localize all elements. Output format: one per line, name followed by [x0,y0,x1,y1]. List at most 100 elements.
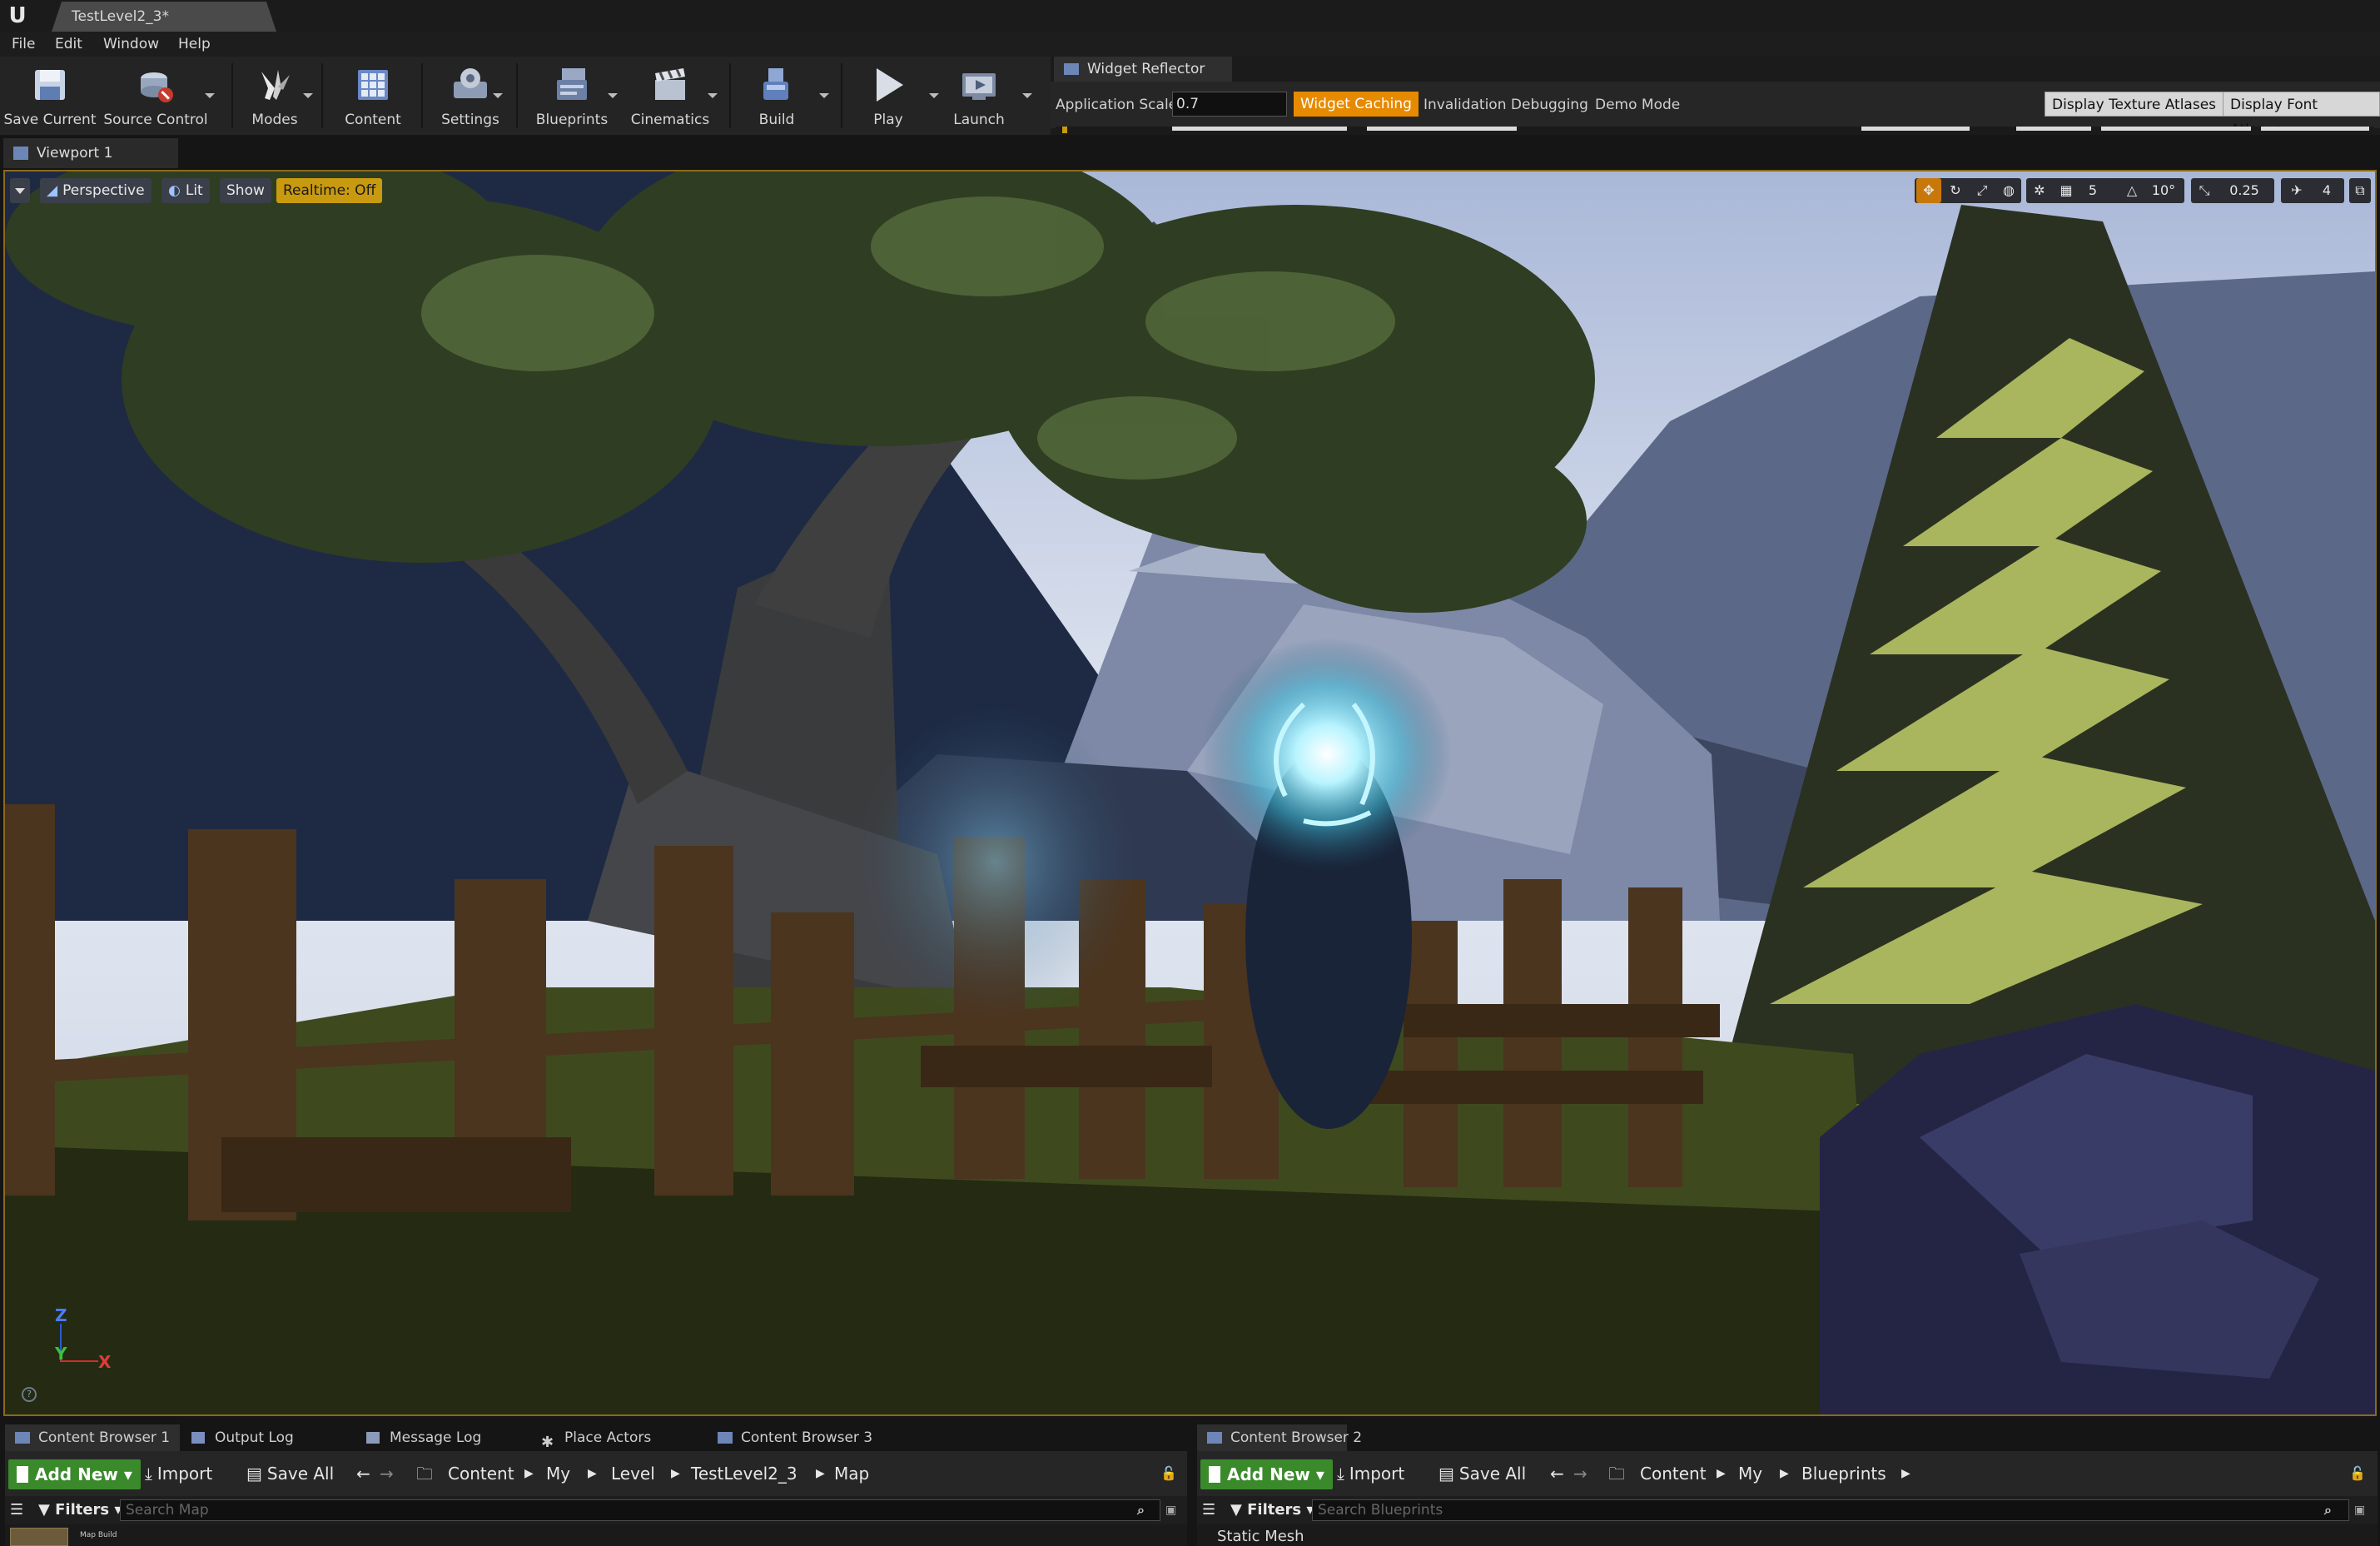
launch-button[interactable]: Launch [941,57,1017,135]
filters-label: Filters [1247,1501,1302,1519]
play-dropdown-icon[interactable] [929,93,939,98]
play-button[interactable]: Play [852,57,924,135]
cinematics-dropdown-icon[interactable] [708,93,718,98]
tab-content-browser-1[interactable]: Content Browser 1 [5,1424,180,1451]
widget-reflector-tab[interactable]: Widget Reflector [1054,57,1232,82]
build-dropdown-icon[interactable] [819,93,829,98]
launch-label: Launch [953,112,1005,128]
camera-speed-icon[interactable]: ✈ [2281,178,2313,203]
settings-gear-icon [454,68,487,98]
history-back-button[interactable]: ← [1550,1451,1564,1496]
scale-snap-icon[interactable]: ⤡ [2191,178,2218,203]
display-texture-atlases-button[interactable]: Display Texture Atlases [2045,92,2224,117]
asset-view: Static Mesh [1197,1524,2378,1546]
breadcrumb-blueprints[interactable]: Blueprints [1801,1451,1886,1496]
maximize-icon: ⧉ [2355,182,2365,198]
import-button[interactable]: ⤓ Import [1337,1451,1404,1496]
viewport-options-button[interactable] [10,178,30,203]
translate-tool-icon[interactable]: ✥ [1916,178,1941,203]
demo-mode-toggle[interactable]: Demo Mode [1595,82,1680,128]
scale-tool-icon[interactable]: ⤢ [1970,178,1995,203]
menu-file[interactable]: File [12,32,35,57]
level-viewport[interactable]: ◢ Perspective ◐ Lit Show Realtime: Off ✥ ↻… [3,170,2377,1416]
tab-message-log[interactable]: Message Log [356,1424,531,1451]
save-all-button[interactable]: ▤ Save All [1438,1451,1526,1496]
filters-button[interactable]: ▼ Filters ▾ [1230,1498,1314,1523]
breadcrumb-content[interactable]: Content [448,1451,514,1496]
import-button[interactable]: ⤓ Import [145,1451,212,1496]
source-control-dropdown-icon[interactable] [205,93,215,98]
sources-toggle-icon[interactable]: ☰ [1202,1498,1215,1523]
perspective-button[interactable]: ◢ Perspective [40,178,152,203]
history-forward-button[interactable]: → [1573,1451,1587,1496]
save-search-icon[interactable]: ▣ [2354,1498,2365,1523]
add-new-button[interactable]: Add New ▾ [8,1459,141,1489]
save-current-button[interactable]: Save Current [3,57,97,135]
breadcrumb-content[interactable]: Content [1640,1451,1707,1496]
menu-window[interactable]: Window [103,32,159,57]
maximize-viewport-button[interactable]: ⧉ [2349,178,2371,203]
search-input[interactable]: Search Map [120,1499,1160,1521]
breadcrumb-my[interactable]: My [546,1451,570,1496]
breadcrumb-separator-icon: ▶ [588,1467,597,1480]
grid-snap-icon[interactable]: ▦ [2053,178,2079,203]
rotation-snap-value[interactable]: 10° [2144,178,2183,203]
show-flags-button[interactable]: Show [220,178,271,203]
breadcrumb-level[interactable]: Level [611,1451,655,1496]
rotate-tool-icon[interactable]: ↻ [1943,178,1968,203]
add-new-label: Add New [1227,1464,1310,1484]
modes-button[interactable]: Modes [241,57,308,135]
blueprints-dropdown-icon[interactable] [608,93,618,98]
sources-toggle-icon[interactable]: ☰ [10,1498,23,1523]
widget-caching-toggle[interactable]: Widget Caching [1294,92,1419,117]
tab-content-browser-3[interactable]: Content Browser 3 [708,1424,882,1451]
help-icon[interactable]: ? [22,1387,37,1402]
menu-edit[interactable]: Edit [55,32,82,57]
invalidation-debugging-toggle[interactable]: Invalidation Debugging [1424,82,1588,128]
search-input[interactable]: Search Blueprints [1312,1499,2349,1521]
application-scale-input[interactable]: 0.7 [1172,92,1287,117]
history-back-button[interactable]: ← [356,1451,370,1496]
viewport-tab[interactable]: Viewport 1 [3,138,178,168]
folder-icon[interactable]: 🗀 [416,1451,433,1496]
menu-help[interactable]: Help [178,32,211,57]
lock-icon[interactable]: 🔓 [2349,1451,2366,1496]
add-new-button[interactable]: Add New ▾ [1200,1459,1333,1489]
build-button[interactable]: Build [741,57,812,135]
cinematics-button[interactable]: Cinematics [626,57,714,135]
history-forward-button[interactable]: → [380,1451,394,1496]
tab-place-actors[interactable]: ✱ Place Actors [531,1424,706,1451]
surface-snap-icon[interactable]: ✲ [2026,178,2053,203]
display-font-atlases-button[interactable]: Display Font Atlases [2223,92,2380,138]
tab-content-browser-2[interactable]: Content Browser 2 [1197,1424,1362,1451]
tab-output-log[interactable]: Output Log [181,1424,356,1451]
realtime-toggle[interactable]: Realtime: Off [276,178,383,203]
source-control-button[interactable]: Source Control [102,57,210,135]
document-tab[interactable]: TestLevel2_3* [52,2,276,32]
filters-button[interactable]: ▼ Filters ▾ [38,1498,122,1523]
folder-icon[interactable]: 🗀 [1608,1451,1625,1496]
asset-thumbnail[interactable] [10,1528,68,1546]
save-search-icon[interactable]: ▣ [1165,1498,1176,1523]
world-space-icon[interactable]: ◍ [1996,178,2021,203]
settings-dropdown-icon[interactable] [493,93,503,98]
content-button[interactable]: Content [335,57,411,135]
save-all-button[interactable]: ▤ Save All [246,1451,334,1496]
grid-snap-value[interactable]: 5 [2079,178,2106,203]
tree-column [1861,127,1970,131]
scale-snap-group: ⤡ 0.25 [2191,178,2274,203]
view-mode-lit-button[interactable]: ◐ Lit [161,178,210,203]
breadcrumb-my[interactable]: My [1738,1451,1762,1496]
launch-dropdown-icon[interactable] [1022,93,1032,98]
blueprints-button[interactable]: Blueprints [529,57,614,135]
asset-section-header[interactable]: Static Mesh [1217,1528,1304,1545]
modes-icon [261,70,290,100]
scale-snap-value[interactable]: 0.25 [2218,178,2271,203]
viewport-tab-label: Viewport 1 [37,145,113,162]
breadcrumb-map[interactable]: Map [834,1451,869,1496]
rotation-snap-icon[interactable]: △ [2119,178,2144,203]
lock-icon[interactable]: 🔓 [1160,1451,1177,1496]
modes-dropdown-icon[interactable] [303,93,313,98]
camera-speed-value[interactable]: 4 [2313,178,2341,203]
breadcrumb-testlevel[interactable]: TestLevel2_3 [691,1451,797,1496]
